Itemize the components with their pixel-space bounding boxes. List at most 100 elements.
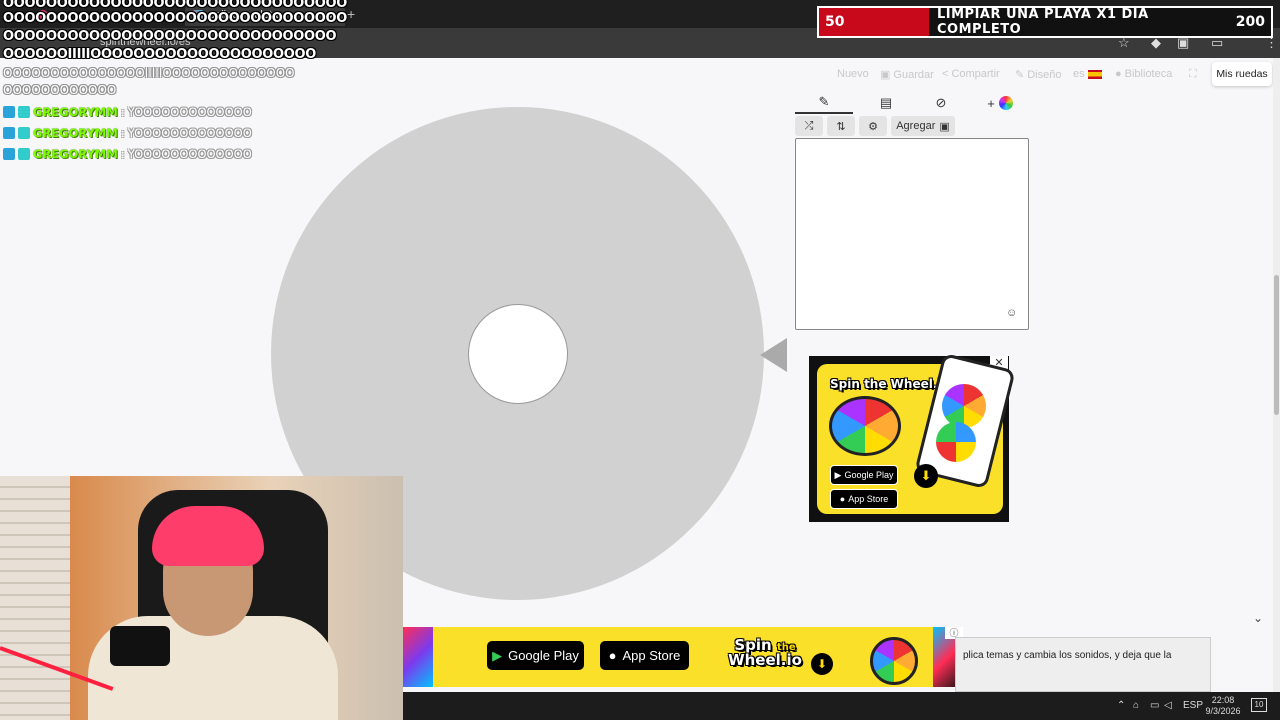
entries-textarea[interactable] — [795, 138, 1029, 330]
nav-nuevo-label: Nuevo — [837, 68, 869, 80]
nav-guardar-label: Guardar — [893, 68, 934, 81]
badge-icon — [3, 148, 15, 160]
nav-compartir-label: Compartir — [951, 68, 1000, 80]
emoji-icon[interactable]: ☺ — [1006, 307, 1017, 319]
chat-username: GREGORYMM — [33, 105, 118, 119]
nav-compartir[interactable]: < Compartir — [942, 68, 1000, 80]
nav-diseno[interactable]: ✎ Diseño — [1015, 68, 1062, 82]
overlay-text-line: OOOOOOOOOOOOOOOIIIIIOOOOOOOOOOOOOO — [3, 66, 295, 80]
save-icon: ▣ — [880, 69, 891, 81]
ad-decoration — [403, 627, 433, 687]
nav-language-label: es — [1073, 68, 1085, 80]
play-icon: ▶ — [834, 469, 842, 480]
description-box — [955, 637, 1211, 692]
system-clock[interactable]: 22:08 9/3/2026 — [1205, 695, 1241, 717]
spain-flag-icon — [1087, 69, 1102, 79]
overlay-text-line: OOOOOOOOOOOOOOOOOOOOOOOOOOOOOOO — [3, 29, 337, 44]
sort-button[interactable]: ⇅ — [827, 116, 855, 136]
download-icon: ⬇ — [914, 464, 938, 488]
plus-icon: + — [987, 95, 995, 111]
clock-date: 9/3/2026 — [1205, 706, 1241, 716]
app-store-label: App Store — [622, 648, 681, 663]
nav-biblioteca[interactable]: ● Biblioteca — [1115, 68, 1172, 80]
settings-button[interactable]: ⚙ — [859, 116, 887, 136]
banner-logo: Spin the Wheel.io — [727, 638, 803, 668]
pencil-icon: ✎ — [1015, 69, 1025, 81]
banner-logo-wheel: Wheel.io — [728, 651, 802, 669]
app-store-label: App Store — [848, 494, 889, 504]
badge-icon — [3, 127, 15, 139]
image-icon: ▣ — [939, 120, 950, 133]
overlay-text-line: OOOOOOOOOOOO — [3, 83, 117, 97]
nav-nuevo[interactable]: Nuevo — [837, 68, 869, 80]
chat-text: YOOOOOOOOOOOOO — [127, 147, 252, 161]
chat-text: YOOOOOOOOOOOOO — [127, 105, 252, 119]
nav-biblioteca-label: Biblioteca — [1124, 68, 1173, 80]
google-play-label: Google Play — [508, 648, 579, 663]
notification-count: 10 — [1254, 700, 1264, 709]
volume-icon[interactable]: ◁ — [1164, 700, 1172, 711]
play-icon: ▶ — [492, 647, 503, 663]
nav-guardar[interactable]: ▣ Guardar — [880, 68, 934, 82]
tab-results[interactable]: ▤ — [870, 92, 902, 114]
tab-add-wheel[interactable]: + — [980, 92, 1020, 114]
color-wheel-icon — [998, 96, 1013, 110]
wheel-center-hub[interactable] — [468, 304, 568, 404]
banner-wheel-graphic — [870, 637, 918, 685]
chat-message: GREGORYMM : YOOOOOOOOOOOOO — [3, 146, 252, 162]
chat-separator: : — [120, 126, 125, 140]
apple-icon: ● — [608, 648, 617, 663]
clipboard-icon: ▤ — [879, 95, 893, 110]
chat-separator: : — [120, 147, 125, 161]
shuffle-button[interactable]: ⤮ — [795, 116, 823, 136]
agregar-image-button[interactable]: Agregar ▣ — [891, 116, 955, 136]
chat-text: YOOOOOOOOOOOOO — [127, 126, 252, 140]
webcam-microphone — [110, 626, 170, 666]
ad-card-title: Spin the Wheel.io — [830, 377, 950, 391]
tab-hidden[interactable]: ⊘ — [925, 92, 957, 114]
nav-diseno-label: Diseño — [1027, 68, 1062, 81]
chat-username: GREGORYMM — [33, 147, 118, 161]
badge-icon — [18, 106, 30, 118]
new-tab-button[interactable]: + — [347, 6, 355, 22]
stream-alert-banner: 50 LIMPIAR UNA PLAYA X1 DIA COMPLETO 200 — [817, 6, 1273, 38]
windows-taskbar — [403, 692, 1280, 720]
apple-icon: ● — [839, 494, 846, 504]
tab-edit[interactable]: ✎ — [795, 92, 853, 114]
chevron-up-icon[interactable]: ⌃ — [1117, 700, 1125, 711]
ad-phone-wheel — [942, 384, 986, 428]
globe-icon: ● — [1115, 68, 1122, 80]
banner-google-play-button[interactable]: ▶ Google Play — [487, 641, 584, 670]
chat-username: GREGORYMM — [33, 126, 118, 140]
scrollbar-thumb[interactable] — [1274, 275, 1279, 415]
chevron-down-icon[interactable]: ⌄ — [1253, 611, 1263, 625]
app-store-button[interactable]: ● App Store — [830, 489, 898, 509]
gear-icon: ⚙ — [868, 120, 878, 133]
alert-left-value: 50 — [819, 8, 929, 36]
share-icon: < — [942, 68, 949, 80]
webcam-hair — [152, 506, 264, 566]
language-indicator[interactable]: ESP — [1183, 700, 1203, 711]
webcam-overlay — [0, 476, 403, 720]
mis-ruedas-button[interactable]: Mis ruedas — [1212, 62, 1272, 86]
overlay-text-line: OOOOOOIIIIIOOOOOOOOOOOOOOOOOOOOO — [3, 47, 316, 62]
fullscreen-icon[interactable]: ⛶ — [1189, 68, 1197, 81]
alert-text: LIMPIAR UNA PLAYA X1 DIA COMPLETO — [937, 7, 1149, 37]
badge-icon — [3, 106, 15, 118]
overlay-text-line: OOOOOOOOOOOOOOOOOOOOOOOOOOOOOOOO — [3, 0, 348, 11]
banner-app-store-button[interactable]: ● App Store — [600, 641, 689, 670]
battery-icon[interactable]: ▭ — [1150, 700, 1159, 711]
alert-right-value: 200 — [1235, 14, 1265, 30]
badge-icon — [18, 148, 30, 160]
wheel-pointer-icon — [760, 338, 787, 372]
chat-message: GREGORYMM : YOOOOOOOOOOOOO — [3, 104, 252, 120]
nav-language[interactable]: es — [1073, 68, 1102, 80]
sort-icon: ⇅ — [836, 120, 846, 133]
shuffle-icon: ⤮ — [804, 119, 814, 132]
notification-icon[interactable]: 10 — [1251, 698, 1267, 712]
clock-time: 22:08 — [1211, 695, 1235, 705]
network-icon[interactable]: ⌂ — [1133, 700, 1139, 711]
badge-icon — [18, 127, 30, 139]
google-play-button[interactable]: ▶ Google Play — [830, 465, 898, 485]
chat-separator: : — [120, 105, 125, 119]
